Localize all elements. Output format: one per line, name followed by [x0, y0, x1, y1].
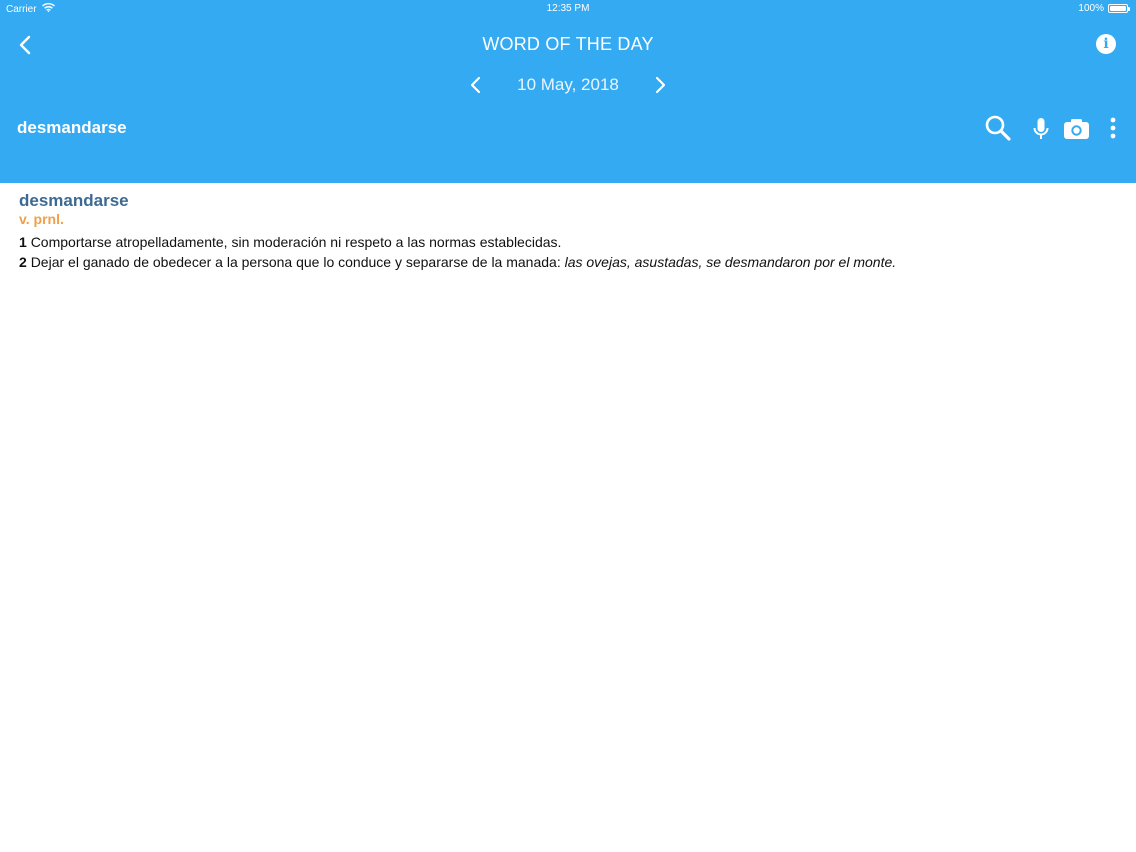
sense-definition: Dejar el ganado de obedecer a la persona…	[30, 254, 565, 270]
status-bar: Carrier 12:35 PM 100%	[0, 0, 1136, 18]
sense-example: las ovejas, asustadas, se desmandaron po…	[564, 254, 897, 270]
chevron-right-icon	[655, 76, 666, 94]
status-right: 100%	[1078, 3, 1130, 14]
part-of-speech: v. prnl.	[19, 211, 64, 227]
search-icon	[985, 115, 1011, 141]
next-date-button[interactable]	[649, 73, 671, 97]
more-options-button[interactable]	[1104, 113, 1122, 143]
definition-2: 2 Dejar el ganado de obedecer a la perso…	[19, 252, 1119, 272]
microphone-icon	[1033, 118, 1049, 139]
info-icon: i	[1103, 36, 1109, 52]
page-title: WORD OF THE DAY	[482, 34, 654, 54]
sense-definition: Comportarse atropelladamente, sin modera…	[30, 234, 562, 250]
definition-1: 1 Comportarse atropelladamente, sin mode…	[19, 232, 1119, 252]
more-vertical-icon	[1110, 117, 1116, 139]
info-button[interactable]: i	[1096, 34, 1116, 54]
status-time: 12:35 PM	[546, 3, 590, 14]
entry-content: desmandarse v. prnl. 1 Comportarse atrop…	[19, 191, 1119, 272]
sense-number: 1	[19, 234, 27, 250]
date-label: 10 May, 2018	[517, 75, 619, 94]
camera-button[interactable]	[1063, 113, 1090, 143]
battery-icon	[1108, 4, 1130, 13]
header: Carrier 12:35 PM 100% WORD OF THE DAY i	[0, 0, 1136, 183]
camera-icon	[1064, 119, 1089, 139]
entry-headword: desmandarse	[19, 191, 129, 210]
battery-fill	[1110, 6, 1126, 11]
battery-percent: 100%	[1078, 3, 1104, 14]
search-field[interactable]: desmandarse	[17, 118, 127, 138]
voice-search-button[interactable]	[1030, 113, 1052, 143]
search-button[interactable]	[984, 113, 1012, 143]
sense-number: 2	[19, 254, 27, 270]
date-navigator: 10 May, 2018	[0, 73, 1136, 97]
